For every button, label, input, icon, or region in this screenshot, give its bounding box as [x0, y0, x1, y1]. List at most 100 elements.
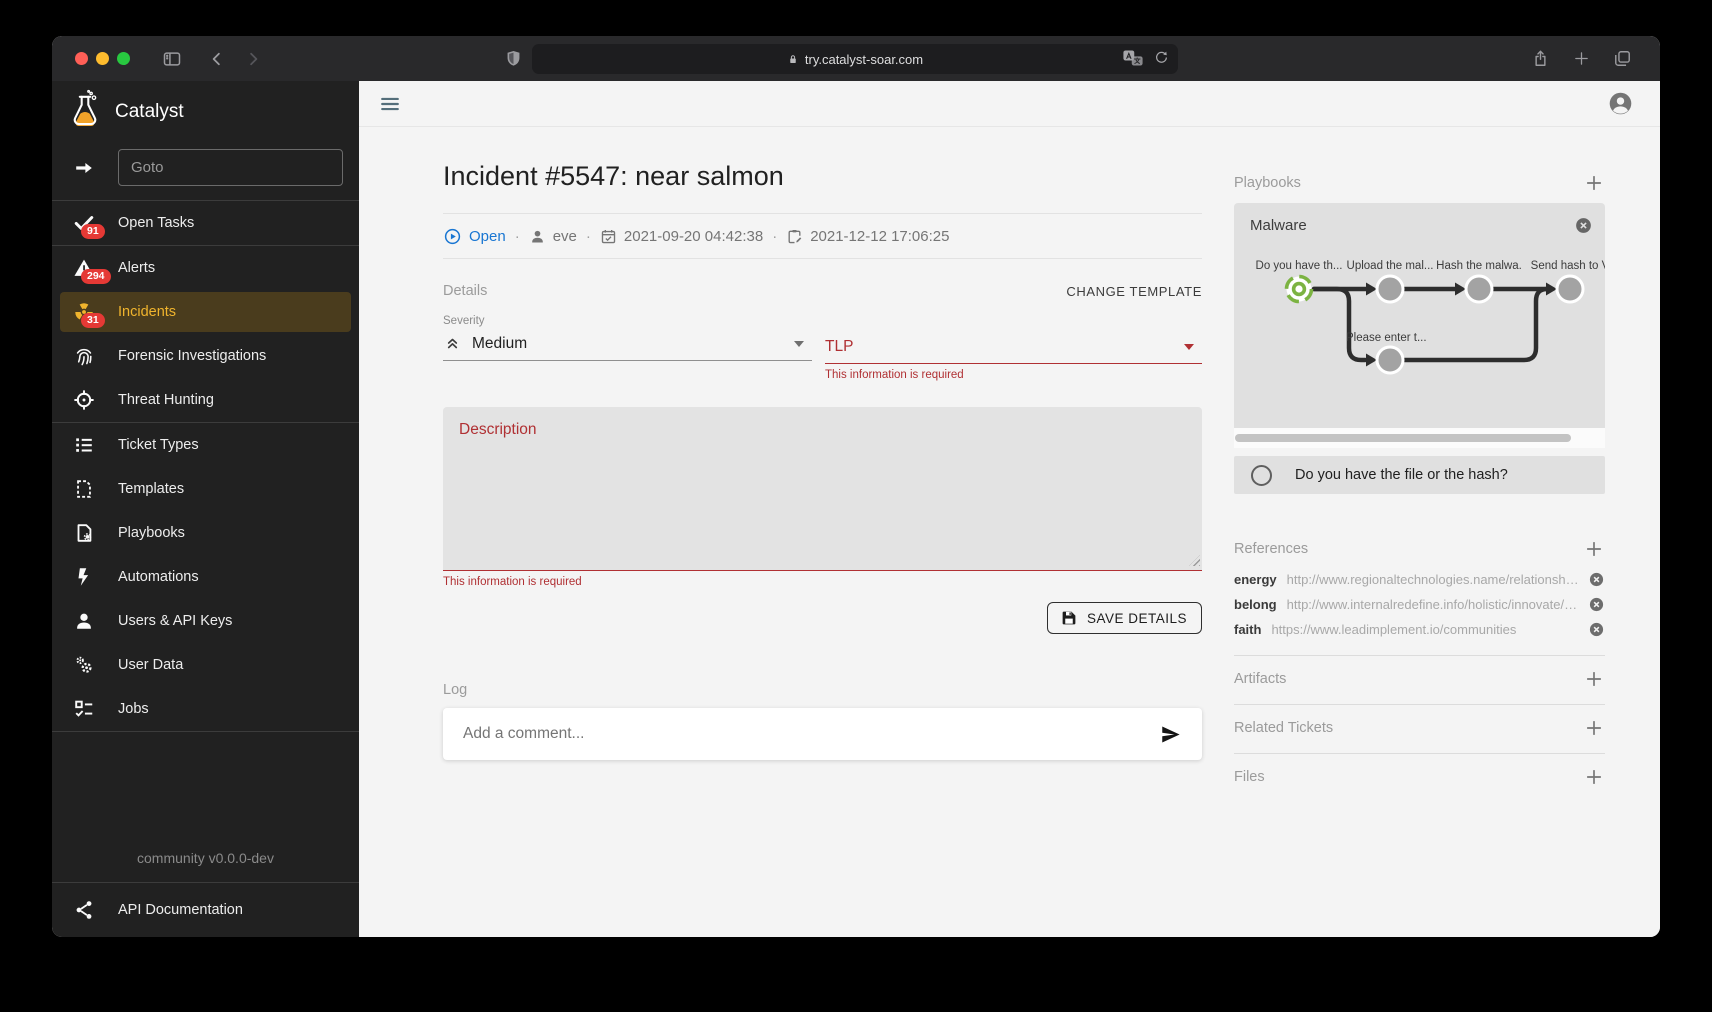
sidebar-item-user-data[interactable]: User Data: [52, 643, 359, 687]
remove-playbook-button[interactable]: [1574, 216, 1593, 235]
tlp-error: This information is required: [825, 369, 1202, 381]
page-title: Incident #5547: near salmon: [443, 161, 1202, 192]
node-label: Do you have th...: [1256, 260, 1343, 272]
lock-icon: [787, 53, 799, 66]
share-icon[interactable]: [1531, 48, 1550, 69]
catalyst-logo-icon: [68, 89, 102, 136]
node-label: Upload the mal...: [1347, 260, 1434, 272]
sidebar-item-ticket-types[interactable]: Ticket Types: [52, 423, 359, 467]
playbook-title: Malware: [1250, 217, 1307, 234]
add-file-button[interactable]: [1583, 766, 1605, 788]
description-textarea[interactable]: [443, 407, 1202, 571]
artifacts-section-label: Artifacts: [1234, 671, 1286, 687]
sidebar-item-forensic-investigations[interactable]: Forensic Investigations: [52, 334, 359, 378]
address-bar[interactable]: try.catalyst-soar.com: [532, 44, 1178, 74]
playbook-scrollbar-thumb[interactable]: [1235, 434, 1571, 442]
sidebar-item-label: Open Tasks: [118, 215, 194, 231]
shield-icon[interactable]: [504, 48, 523, 69]
task-label: Do you have the file or the hash?: [1295, 467, 1508, 483]
share-nodes-icon: [72, 898, 96, 922]
playbook-node[interactable]: [1466, 276, 1492, 302]
sidebar-item-alerts[interactable]: 294 Alerts: [52, 246, 359, 290]
back-icon[interactable]: [208, 50, 226, 68]
save-details-label: SAVE DETAILS: [1087, 611, 1187, 626]
add-playbook-button[interactable]: [1583, 172, 1605, 194]
sidebar-item-playbooks[interactable]: Playbooks: [52, 511, 359, 555]
add-artifact-button[interactable]: [1583, 668, 1605, 690]
floppy-disk-icon: [1060, 609, 1078, 627]
sidebar-item-threat-hunting[interactable]: Threat Hunting: [52, 378, 359, 422]
playbook-node-start[interactable]: [1287, 277, 1312, 302]
sidebar-item-label: Jobs: [118, 701, 149, 717]
send-icon[interactable]: [1159, 723, 1182, 746]
browser-chrome: try.catalyst-soar.com: [52, 36, 1660, 81]
tab-overview-icon[interactable]: [1613, 49, 1632, 68]
checklist-icon: [72, 697, 96, 721]
reference-url[interactable]: https://www.leadimplement.io/communities: [1271, 622, 1580, 637]
app-name: Catalyst: [115, 101, 184, 123]
new-tab-icon[interactable]: [1573, 50, 1590, 67]
sidebar-item-label: User Data: [118, 657, 183, 673]
sidebar-item-incidents[interactable]: 31 Incidents: [60, 292, 351, 332]
status-badge[interactable]: Open: [469, 228, 506, 245]
reference-name: energy: [1234, 572, 1277, 587]
goto-input[interactable]: [118, 149, 343, 186]
reload-icon[interactable]: [1154, 50, 1169, 68]
playbook-task[interactable]: Do you have the file or the hash?: [1234, 456, 1605, 494]
minimize-window-button[interactable]: [96, 52, 109, 65]
sidebar-item-templates[interactable]: Templates: [52, 467, 359, 511]
playbook-node[interactable]: [1377, 276, 1403, 302]
created-timestamp: 2021-09-20 04:42:38: [624, 228, 763, 245]
sidebar-item-open-tasks[interactable]: 91 Open Tasks: [52, 201, 359, 245]
remove-reference-icon[interactable]: [1588, 596, 1605, 613]
sidebar-item-automations[interactable]: Automations: [52, 555, 359, 599]
severity-select[interactable]: Medium: [443, 327, 812, 361]
sidebar-item-label: Threat Hunting: [118, 392, 214, 408]
reference-url[interactable]: http://www.regionaltechnologies.name/rel…: [1287, 572, 1580, 587]
files-section-label: Files: [1234, 769, 1265, 785]
details-section-label: Details: [443, 283, 487, 299]
alerts-badge: 294: [81, 269, 111, 284]
sidebar-item-label: Forensic Investigations: [118, 348, 266, 364]
forward-icon[interactable]: [244, 50, 262, 68]
add-related-ticket-button[interactable]: [1583, 717, 1605, 739]
user-icon: [529, 228, 546, 245]
playbooks-section-label: Playbooks: [1234, 175, 1301, 191]
remove-reference-icon[interactable]: [1588, 621, 1605, 638]
chevron-down-icon: [794, 341, 804, 347]
sidebar-item-api-documentation[interactable]: API Documentation: [52, 883, 359, 937]
chevron-down-icon: [1184, 344, 1194, 350]
tlp-select[interactable]: TLP: [825, 330, 1202, 364]
sidebar-toggle-icon[interactable]: [162, 49, 182, 69]
sidebar-item-jobs[interactable]: Jobs: [52, 687, 359, 731]
playbook-node[interactable]: [1377, 347, 1403, 373]
reference-row: belong http://www.internalredefine.info/…: [1234, 596, 1605, 613]
reference-url[interactable]: http://www.internalredefine.info/holisti…: [1287, 597, 1580, 612]
close-window-button[interactable]: [75, 52, 88, 65]
calendar-icon: [600, 228, 617, 245]
double-chevron-up-icon: [443, 334, 462, 353]
sidebar-item-label: Playbooks: [118, 525, 185, 541]
task-radio[interactable]: [1251, 465, 1272, 486]
sidebar-item-label: Alerts: [118, 260, 155, 276]
playbook-file-icon: [72, 521, 96, 545]
save-details-button[interactable]: SAVE DETAILS: [1047, 602, 1202, 634]
comment-card: [443, 708, 1202, 760]
remove-reference-icon[interactable]: [1588, 571, 1605, 588]
menu-icon[interactable]: [379, 93, 401, 115]
change-template-button[interactable]: CHANGE TEMPLATE: [1066, 284, 1202, 299]
playbook-node[interactable]: [1557, 276, 1583, 302]
sidebar-item-label: Templates: [118, 481, 184, 497]
comment-input[interactable]: [463, 725, 1159, 743]
account-icon[interactable]: [1607, 90, 1634, 117]
calendar-edit-icon: [786, 228, 803, 245]
playbook-graph: Do you have th... Upload the mal... Hash…: [1234, 235, 1605, 413]
node-label: Send hash to V: [1531, 260, 1605, 272]
translate-icon[interactable]: [1122, 48, 1144, 71]
add-reference-button[interactable]: [1583, 538, 1605, 560]
reference-row: faith https://www.leadimplement.io/commu…: [1234, 621, 1605, 638]
node-label: Please enter t...: [1346, 332, 1427, 344]
sidebar-item-users-api-keys[interactable]: Users & API Keys: [52, 599, 359, 643]
reference-row: energy http://www.regionaltechnologies.n…: [1234, 571, 1605, 588]
zoom-window-button[interactable]: [117, 52, 130, 65]
